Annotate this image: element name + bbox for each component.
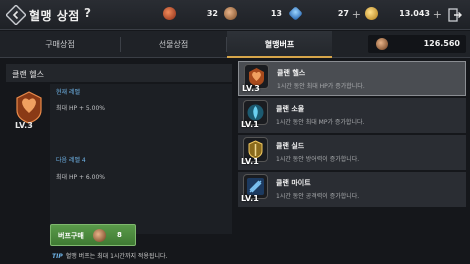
buy-buff-button[interactable]: 버프구매 8 <box>50 224 136 246</box>
buff-item-clan-might[interactable]: LV.1 클랜 마이트 1시간 동안 공격력이 증가합니다. <box>238 172 466 207</box>
buff-name: 클랜 실드 <box>276 142 305 150</box>
bronze-coin-icon <box>224 7 237 20</box>
tab-gift-shop[interactable]: 선물상점 <box>121 31 226 58</box>
detail-stats-box: 현재 레벨 최대 HP + 5.00% 다음 레벨 4 최대 HP + 6.00… <box>50 84 232 234</box>
buff-level: LV.1 <box>241 194 259 203</box>
diamond-back-icon <box>5 4 27 26</box>
currency-value: 32 <box>206 9 218 18</box>
buff-name: 클랜 헬스 <box>277 69 306 77</box>
buff-name: 클랜 마이트 <box>276 179 311 187</box>
buff-name: 클랜 소울 <box>276 105 305 113</box>
currency-blue-crystal: 27 + <box>288 6 361 23</box>
buy-buff-cost: 8 <box>117 231 122 239</box>
tip-text: TIP 혈맹 버프는 최대 1시간까지 적용됩니다. <box>52 251 167 260</box>
clan-coin-icon <box>376 38 388 50</box>
current-level-label: 현재 레벨 <box>56 89 80 96</box>
buff-item-clan-soul[interactable]: LV.1 클랜 소울 1시간 동안 최대 MP가 증가합니다. <box>238 98 466 133</box>
clan-coin-value: 126.560 <box>423 39 460 48</box>
detail-header: 클랜 헬스 <box>6 64 232 82</box>
gold-coin-icon <box>365 7 378 20</box>
buff-level: LV.1 <box>241 157 259 166</box>
health-icon <box>14 90 44 124</box>
buff-description: 1시간 동안 최대 MP가 증가합니다. <box>276 119 365 126</box>
next-level-value: 최대 HP + 6.00% <box>56 174 105 181</box>
next-level-label: 다음 레벨 4 <box>56 157 86 164</box>
tip-message: 혈맹 버프는 최대 1시간까지 적용됩니다. <box>65 253 168 260</box>
currency-bronze-coin: 13 <box>224 7 282 23</box>
buff-level: LV.3 <box>242 84 260 93</box>
currency-value: 13 <box>270 9 282 18</box>
tip-prefix: TIP <box>52 253 63 260</box>
tab-purchase-shop[interactable]: 구매상점 <box>0 31 120 58</box>
currency-value: 13.043 <box>399 9 430 18</box>
back-button[interactable] <box>5 4 27 26</box>
buff-item-clan-health[interactable]: LV.3 클랜 헬스 1시간 동안 최대 HP가 증가합니다. <box>238 61 466 96</box>
buff-item-clan-shield[interactable]: LV.1 클랜 실드 1시간 동안 방어력이 증가합니다. <box>238 135 466 170</box>
page-title: 혈맹 상점 <box>29 9 80 23</box>
clan-coin-balance: 126.560 <box>368 35 466 53</box>
exit-icon <box>448 8 462 22</box>
buy-buff-label: 버프구매 <box>58 232 84 240</box>
currency-gold-coin: 13.043 + <box>365 7 442 23</box>
buff-level: LV.1 <box>241 120 259 129</box>
top-bar: 혈맹 상점 ? 32 13 27 + 13.043 + <box>0 0 470 30</box>
add-crystal-button[interactable]: + <box>352 8 361 21</box>
currency-value: 27 <box>337 9 349 18</box>
detail-level-badge: LV.3 <box>15 121 33 130</box>
currency-red-gem: 32 <box>163 7 218 23</box>
help-button[interactable]: ? <box>84 6 91 20</box>
detail-title: 클랜 헬스 <box>12 70 44 79</box>
buff-description: 1시간 동안 방어력이 증가합니다. <box>276 156 360 163</box>
add-gold-button[interactable]: + <box>433 8 442 21</box>
blue-crystal-icon <box>288 6 303 21</box>
current-level-value: 최대 HP + 5.00% <box>56 105 105 112</box>
red-gem-icon <box>163 7 176 20</box>
clan-coin-icon <box>93 229 106 242</box>
exit-button[interactable] <box>447 7 463 23</box>
buff-description: 1시간 동안 공격력이 증가합니다. <box>276 193 360 200</box>
buff-description: 1시간 동안 최대 HP가 증가합니다. <box>277 83 365 90</box>
tab-clan-buff[interactable]: 혈맹버프 <box>227 31 332 58</box>
